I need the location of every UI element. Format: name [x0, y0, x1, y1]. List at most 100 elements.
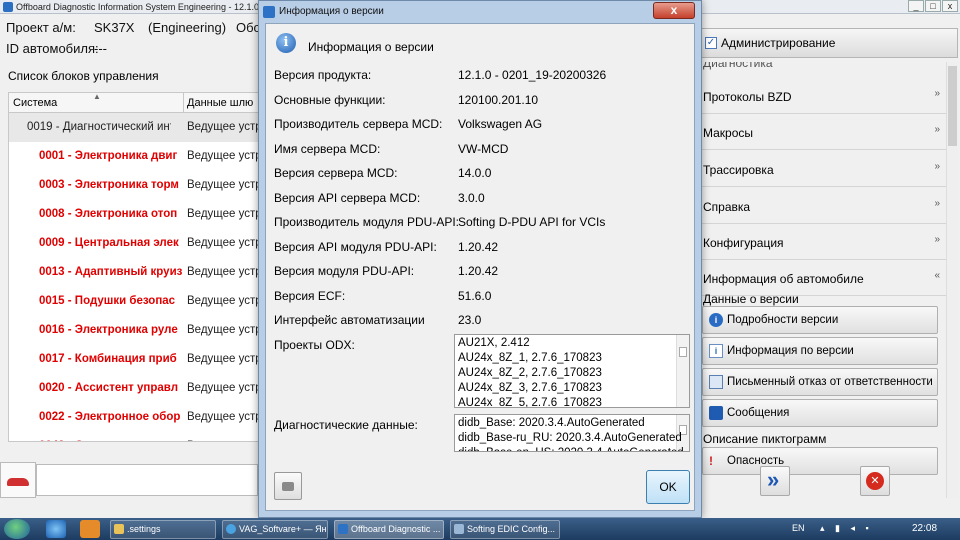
right-panel-scrollbar[interactable]	[946, 62, 958, 498]
info-icon: i	[276, 33, 296, 53]
app-icon	[3, 2, 13, 12]
window-controls: _ □ x	[908, 0, 958, 12]
admin-label: Администрирование	[721, 36, 836, 50]
list-item[interactable]: didb_Base-en_US: 2020.3.4.AutoGenerated	[458, 447, 684, 451]
list-item[interactable]: didb_Base-ru_RU: 2020.3.4.AutoGenerated	[458, 432, 682, 444]
ok-button[interactable]: OK	[646, 470, 690, 504]
vehicle-id-label: ID автомобиля:	[6, 41, 99, 56]
message-icon	[709, 406, 723, 420]
field-label: Версия продукта:	[274, 68, 372, 82]
odis-icon	[338, 524, 348, 534]
block-name: 0022 - Электронное обор	[39, 411, 181, 423]
field-value: 12.1.0 - 0201_19-20200326	[458, 68, 607, 82]
section-label: Макросы	[703, 126, 754, 140]
table-row[interactable]: 0015 - Подушки безопас Ведущее устр	[9, 287, 262, 316]
scrollbar-thumb[interactable]	[948, 66, 957, 146]
messages-button[interactable]: Сообщения	[702, 399, 938, 427]
list-item[interactable]: AU24x_8Z_3, 2.7.6_170823	[458, 382, 602, 394]
list-item[interactable]: AU24x_8Z_2, 2.7.6_170823	[458, 367, 602, 379]
table-row[interactable]: 0017 - Комбинация приб Ведущее устр	[9, 345, 261, 374]
block-gateway-data: Ведущее устр	[187, 411, 262, 423]
close-button[interactable]: x	[942, 0, 958, 12]
taskbar-item-softing[interactable]: Softing EDIC Config...	[450, 520, 560, 539]
section-label: Информация об автомобиле	[703, 272, 864, 286]
partial-section-label: Диагностика	[703, 62, 773, 70]
table-row[interactable]: 0016 - Электроника руле Ведущее устр	[9, 316, 261, 345]
field-value: 1.20.42	[458, 264, 499, 278]
version-info-dialog: Информация о версии x i Информация о вер…	[258, 0, 702, 518]
field-label: Версия API сервера MCD:	[274, 190, 421, 205]
table-row[interactable]: 0020 - Ассистент управл Ведущее устр	[9, 374, 261, 403]
maximize-button[interactable]: □	[925, 0, 941, 12]
chevron-down-icon: »	[934, 88, 940, 99]
list-item[interactable]: AU21X, 2.412	[458, 337, 530, 349]
col-system-header[interactable]: Система	[13, 97, 57, 109]
clock[interactable]: 22:08	[912, 523, 937, 534]
field-value: 3.0.0	[458, 190, 485, 205]
list-item[interactable]: didb_Base: 2020.3.4.AutoGenerated	[458, 417, 645, 429]
blocks-table-header: Система ▲ Данные шлю	[9, 93, 261, 113]
section-trace[interactable]: Трассировка »	[700, 151, 946, 187]
left-bottom-field[interactable]	[36, 464, 258, 496]
block-name: 0042 - О	[39, 440, 183, 441]
section-label: Протоколы BZD	[703, 90, 792, 104]
section-macros[interactable]: Макросы »	[700, 114, 946, 150]
dialog-body: i Информация о версии Версия продукта: 12…	[265, 23, 695, 511]
block-name: 0009 - Центральная элек	[39, 237, 179, 249]
block-gateway-data: Ведущее устр	[187, 121, 262, 133]
version-info-button[interactable]: i Информация по версии	[702, 337, 938, 365]
section-vehicle-info[interactable]: Информация об автомобиле «	[700, 260, 946, 296]
taskbar-item-odis[interactable]: Offboard Diagnostic ...	[334, 520, 444, 539]
table-row[interactable]: 0001 - Электроника двиг Ведущее устр	[9, 142, 262, 171]
version-details-button[interactable]: i Подробности версии	[702, 306, 938, 334]
blocks-table[interactable]: Система ▲ Данные шлю 0019 - Диагностичес…	[8, 92, 262, 442]
button-label: Письменный отказ от ответственности	[727, 376, 933, 388]
odx-projects-list[interactable]: AU21X, 2.412 AU24x_8Z_1, 2.7.6_170823 AU24…	[454, 334, 690, 408]
browser-icon[interactable]	[46, 520, 66, 538]
block-gateway-data: Ведущее устр	[187, 150, 262, 162]
camera-icon[interactable]	[274, 472, 302, 500]
chevron-down-icon: »	[934, 234, 940, 245]
table-row[interactable]: 0013 - Адаптивный круиз Ведущее устр	[9, 258, 261, 287]
car-icon[interactable]	[0, 462, 36, 498]
table-row[interactable]: 0022 - Электронное обор Ведущее устр	[9, 403, 262, 432]
tray-icons[interactable]: ▴ ▮ ◂ ▪	[820, 523, 873, 534]
block-gateway-data: Ведущее устр	[187, 179, 262, 191]
disclaimer-button[interactable]: Письменный отказ от ответственности	[702, 368, 938, 396]
vehicle-id-value: ---	[94, 41, 107, 56]
section-bzd[interactable]: Протоколы BZD »	[700, 78, 946, 114]
table-row[interactable]: 0009 - Центральная элек Ведущее устр	[9, 229, 261, 258]
odx-scrollbar[interactable]	[676, 335, 689, 407]
table-row[interactable]: 0019 - Диагностический интер Ведущее устр	[9, 113, 262, 142]
cancel-icon[interactable]	[860, 466, 890, 496]
info-icon: i	[709, 313, 723, 327]
chrome-icon	[226, 524, 236, 534]
field-value: 51.6.0	[458, 288, 492, 303]
list-item[interactable]: AU24x_8Z_5, 2.7.6_170823	[458, 397, 602, 407]
minimize-button[interactable]: _	[908, 0, 924, 12]
admin-button[interactable]: ✓ Администрирование	[700, 28, 958, 58]
language-indicator[interactable]: EN	[792, 523, 805, 533]
taskbar-item-browser[interactable]: VAG_Softvare+ — Ян...	[222, 520, 328, 539]
diag-data-list[interactable]: didb_Base: 2020.3.4.AutoGenerated didb_Ba…	[454, 414, 690, 452]
dialog-close-button[interactable]: x	[653, 2, 695, 19]
block-name: 0016 - Электроника руле	[39, 324, 178, 336]
block-name: 0020 - Ассистент управл	[39, 382, 178, 394]
start-button[interactable]	[4, 519, 30, 539]
taskbar-item-settings[interactable]: .settings	[110, 520, 216, 539]
forward-icon[interactable]	[760, 466, 790, 496]
section-help[interactable]: Справка »	[700, 188, 946, 224]
col-data-header[interactable]: Данные шлю	[187, 97, 253, 109]
danger-button[interactable]: ! Опасность	[702, 447, 938, 475]
block-gateway-data: Ведущее устр	[187, 295, 262, 307]
section-config[interactable]: Конфигурация »	[700, 224, 946, 260]
media-player-icon[interactable]	[80, 520, 100, 538]
list-item[interactable]: AU24x_8Z_1, 2.7.6_170823	[458, 352, 602, 364]
table-row[interactable]: 0003 - Электроника торм Ведущее устр	[9, 171, 262, 200]
field-label: Производитель сервера MCD:	[274, 117, 443, 131]
field-value: VW-MCD	[458, 141, 509, 156]
table-row[interactable]: 0042 - О В	[9, 432, 261, 441]
document-info-icon: i	[709, 344, 723, 358]
blocks-list-title: Список блоков управления	[8, 69, 159, 83]
table-row[interactable]: 0008 - Электроника отоп Ведущее устр	[9, 200, 261, 229]
